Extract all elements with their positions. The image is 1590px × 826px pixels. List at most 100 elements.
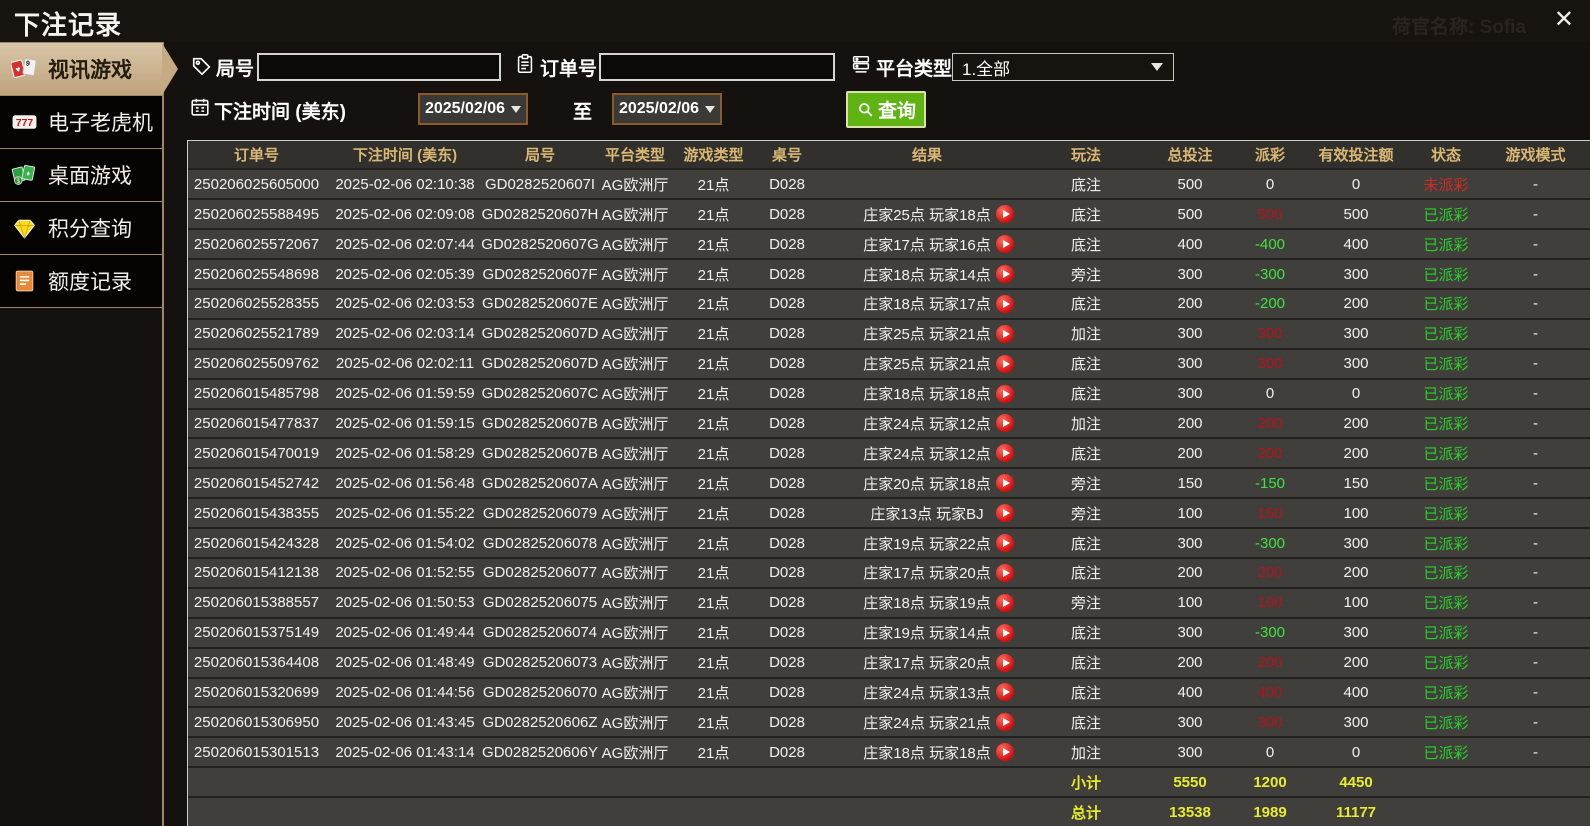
table-row: 250206015301513 2025-02-06 01:43:14 GD0282… xyxy=(188,736,1590,767)
cell: 旁注 xyxy=(1070,266,1101,284)
cell: D028 xyxy=(769,534,805,552)
betting-records-dialog: 下注记录 荷官名称: Sofia ✕ ♥ 9 视讯游戏 777 电子老虎机 ♦ $ 桌面游戏积… xyxy=(0,0,1590,826)
cell: 400 xyxy=(1177,683,1203,701)
table-row: 250206015320699 2025-02-06 01:44:56 GD0282… xyxy=(188,676,1590,707)
cell: AG欧洲厅 xyxy=(601,744,669,762)
replay-play-button[interactable] xyxy=(996,474,1014,493)
replay-play-button[interactable] xyxy=(996,534,1014,553)
replay-play-button[interactable] xyxy=(996,414,1014,433)
diamond-icon xyxy=(10,215,38,241)
cell: GD02825206075 xyxy=(482,594,598,612)
cell: 250206025521789 xyxy=(193,325,320,343)
cell: GD02825206074 xyxy=(482,624,598,642)
cell: 21点 xyxy=(697,415,730,433)
date-from-picker[interactable]: 2025/02/06 xyxy=(418,93,528,125)
result-text: 庄家17点 玩家20点 xyxy=(863,655,991,673)
payout-cell: -300 xyxy=(1254,265,1286,283)
cell: 250206015424328 xyxy=(193,534,320,552)
cell: 250206015477837 xyxy=(193,414,320,432)
replay-play-button[interactable] xyxy=(996,324,1014,343)
close-icon[interactable]: ✕ xyxy=(1554,8,1574,32)
cell: GD02825206077 xyxy=(482,564,598,582)
footer-cell: 1989 xyxy=(1253,803,1287,821)
replay-play-button[interactable] xyxy=(996,743,1014,762)
status-badge: 已派彩 xyxy=(1423,326,1469,344)
replay-play-button[interactable] xyxy=(996,504,1014,523)
cell: 100 xyxy=(1343,504,1369,522)
cell: 250206015306950 xyxy=(193,713,320,731)
replay-play-button[interactable] xyxy=(996,205,1014,224)
result-cell: 庄家24点 玩家12点 xyxy=(822,410,1032,438)
sidebar-item-points-query[interactable]: 积分查询 xyxy=(0,201,163,254)
cell: - xyxy=(1533,683,1538,701)
query-button[interactable]: 查询 xyxy=(846,91,926,128)
footer-cell xyxy=(822,798,1032,826)
replay-play-button[interactable] xyxy=(996,713,1014,732)
result-cell: 庄家25点 玩家21点 xyxy=(822,320,1032,348)
cell: 200 xyxy=(1177,414,1203,432)
column-header: 游戏类型 xyxy=(683,147,744,165)
cell: - xyxy=(1533,295,1538,313)
sidebar-item-table-games[interactable]: ♦ $ 桌面游戏 xyxy=(0,148,163,201)
result-cell: 庄家18点 玩家18点 xyxy=(822,738,1032,766)
clipboard-icon xyxy=(517,54,533,74)
replay-play-button[interactable] xyxy=(996,563,1014,582)
sidebar-item-slots[interactable]: 777 电子老虎机 xyxy=(0,95,163,148)
document-icon xyxy=(10,268,38,294)
cell: 250206015412138 xyxy=(193,564,320,582)
cell: D028 xyxy=(769,385,805,403)
platform-type-select[interactable]: 1.全部 xyxy=(952,53,1174,81)
cell: - xyxy=(1533,713,1538,731)
cell: AG欧洲厅 xyxy=(601,714,669,732)
replay-play-button[interactable] xyxy=(996,354,1014,373)
replay-play-button[interactable] xyxy=(996,683,1014,702)
cell: 500 xyxy=(1343,205,1369,223)
sidebar-item-quota-records[interactable]: 额度记录 xyxy=(0,254,163,308)
order-number-input[interactable] xyxy=(599,53,835,81)
table-row: 250206015375149 2025-02-06 01:49:44 GD0282… xyxy=(188,616,1590,647)
result-cell: 庄家17点 玩家20点 xyxy=(822,649,1032,677)
cell: GD0282520607A xyxy=(482,474,598,492)
replay-play-button[interactable] xyxy=(996,384,1014,403)
replay-play-button[interactable] xyxy=(996,593,1014,612)
play-icon xyxy=(1002,210,1010,219)
footer-cell xyxy=(485,798,595,826)
footer-cell xyxy=(595,798,675,826)
round-number-input[interactable] xyxy=(257,53,501,81)
status-badge: 已派彩 xyxy=(1423,565,1469,583)
payout-cell: 200 xyxy=(1257,654,1283,672)
cell: - xyxy=(1533,235,1538,253)
cell: 2025-02-06 01:59:59 xyxy=(335,385,475,403)
replay-play-button[interactable] xyxy=(996,294,1014,313)
result-cell: 庄家24点 玩家12点 xyxy=(822,439,1032,467)
result-text: 庄家25点 玩家21点 xyxy=(863,326,991,344)
table-row: 250206015485798 2025-02-06 01:59:59 GD0282… xyxy=(188,377,1590,408)
cell: 0 xyxy=(1351,743,1361,761)
replay-play-button[interactable] xyxy=(996,235,1014,254)
play-icon xyxy=(1002,539,1010,548)
cell: AG欧洲厅 xyxy=(601,565,669,583)
cell: 21点 xyxy=(697,326,730,344)
payout-cell: 300 xyxy=(1257,325,1283,343)
replay-play-button[interactable] xyxy=(996,623,1014,642)
replay-play-button[interactable] xyxy=(996,653,1014,672)
sidebar-item-live-games[interactable]: ♥ 9 视讯游戏 xyxy=(0,42,178,95)
status-badge: 已派彩 xyxy=(1423,415,1469,433)
cell: 100 xyxy=(1177,504,1203,522)
cell: - xyxy=(1533,205,1538,223)
payout-cell: 400 xyxy=(1257,683,1283,701)
result-cell: 庄家20点 玩家18点 xyxy=(822,469,1032,497)
date-to-picker[interactable]: 2025/02/06 xyxy=(612,93,722,125)
payout-cell: 200 xyxy=(1257,414,1283,432)
svg-text:777: 777 xyxy=(15,118,33,129)
cell: - xyxy=(1533,355,1538,373)
round-number-label: 局号 xyxy=(216,59,255,80)
cell: D028 xyxy=(769,654,805,672)
cell: - xyxy=(1533,594,1538,612)
cell: 2025-02-06 02:03:53 xyxy=(335,295,475,313)
cell: D028 xyxy=(769,743,805,761)
replay-play-button[interactable] xyxy=(996,265,1014,284)
replay-play-button[interactable] xyxy=(996,444,1014,463)
cell: 300 xyxy=(1177,355,1203,373)
cell: 2025-02-06 01:52:55 xyxy=(335,564,475,582)
